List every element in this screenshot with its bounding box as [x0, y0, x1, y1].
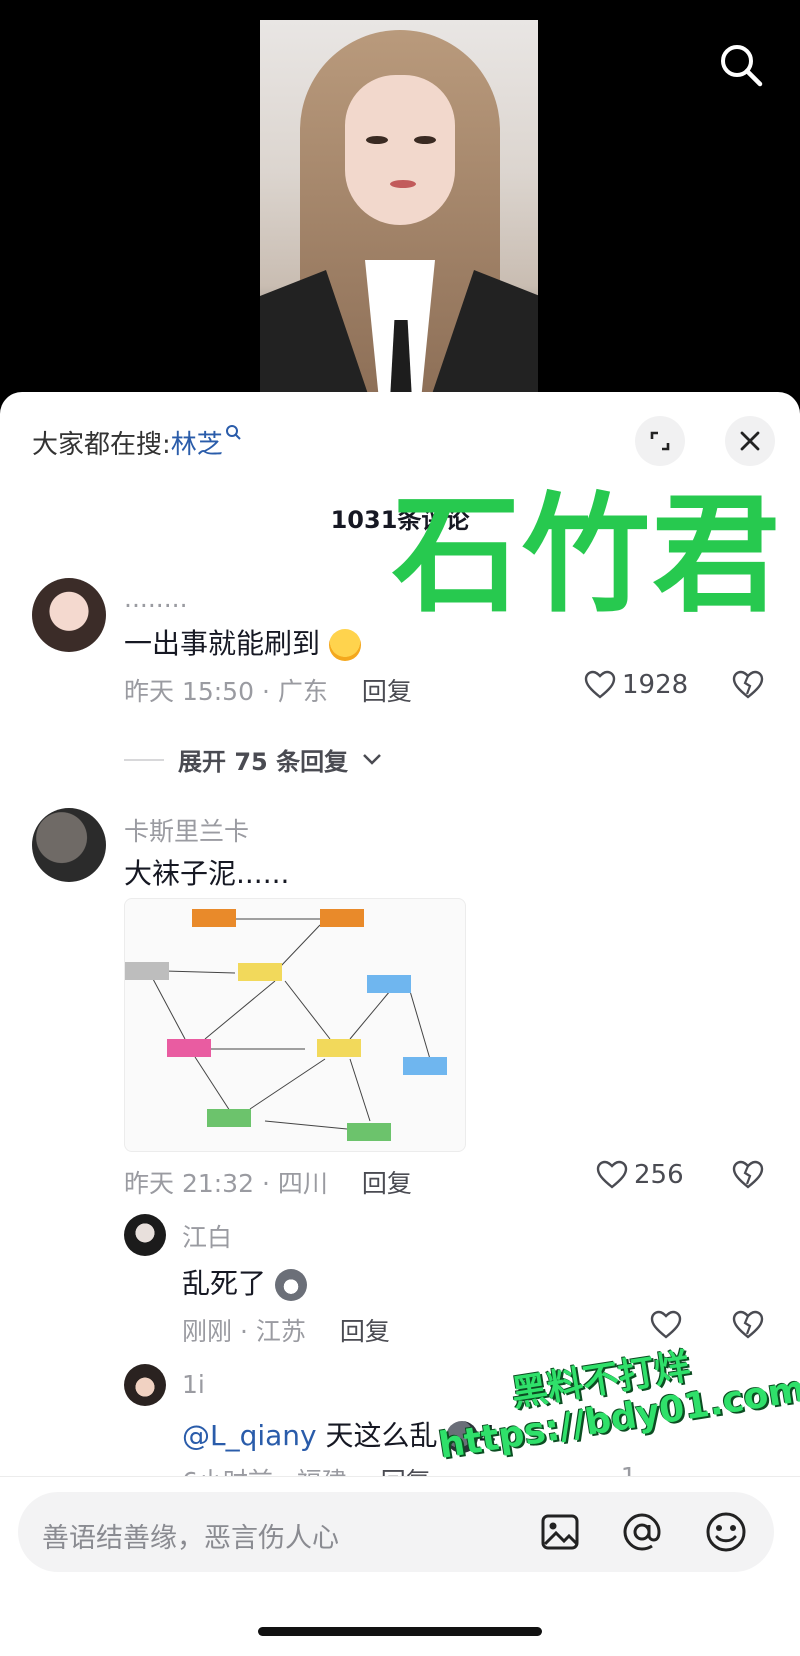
wolf-emoji-icon [274, 1269, 307, 1301]
small-search-icon [225, 425, 241, 440]
diagram-node [207, 1109, 251, 1127]
input-divider [0, 1476, 800, 1477]
avatar[interactable] [32, 578, 106, 652]
chevron-down-icon [363, 753, 381, 765]
reply-button[interactable]: 回复 [381, 1462, 431, 1476]
portrait-mouth [390, 180, 416, 188]
expand-replies[interactable]: 展开 75 条回复 [124, 742, 382, 777]
expand-sheet-button[interactable] [635, 416, 685, 466]
portrait-eye-right [414, 136, 436, 144]
close-button[interactable] [725, 416, 775, 466]
laughing-emoji-icon [328, 629, 361, 661]
comment-body: 一出事就能刷到 [124, 627, 321, 660]
video-player[interactable] [0, 0, 800, 400]
fullscreen-icon [650, 431, 670, 451]
broken-heart-icon [732, 670, 764, 699]
divider-line [124, 758, 164, 761]
like-button[interactable]: 256 [596, 1160, 684, 1190]
emoji-icon[interactable] [704, 1510, 748, 1558]
like-count: 1 [621, 1462, 637, 1476]
heart-icon [650, 1310, 682, 1339]
diagram-node [347, 1123, 391, 1141]
watermark-text: 石竹君 [392, 481, 783, 630]
like-button[interactable]: 1928 [584, 670, 688, 700]
reply-button[interactable]: 回复 [340, 1312, 390, 1348]
home-indicator[interactable] [258, 1627, 542, 1636]
like-button[interactable] [650, 1310, 682, 1344]
comment-time: 昨天 15:50 · 广东 [124, 677, 328, 706]
reply-body: 乱死了 [182, 1267, 267, 1300]
avatar[interactable] [124, 1364, 166, 1406]
diagram-node [192, 909, 236, 927]
diagram-node [320, 909, 364, 927]
reply-meta: 6小时前 · 福建 回复 1 [182, 1462, 637, 1476]
diagram-node [238, 963, 282, 981]
dislike-button[interactable] [732, 670, 764, 704]
diagram-node [125, 962, 169, 980]
trending-prefix: 大家都在搜: [32, 430, 171, 460]
diagram-svg [125, 909, 447, 1141]
reply-button[interactable]: 回复 [362, 672, 412, 708]
diagram-node [317, 1039, 361, 1057]
reply-body: 天这么乱 [316, 1419, 438, 1452]
comment-nickname[interactable]: ........ [124, 584, 188, 613]
trending-keyword[interactable]: 林芝 [171, 430, 223, 460]
like-count: 1928 [622, 670, 689, 700]
image-icon[interactable] [540, 1512, 580, 1556]
diagram-node [167, 1039, 211, 1057]
reply-meta: 刚刚 · 江苏 回复 [182, 1312, 390, 1348]
comment-meta: 昨天 15:50 · 广东 回复 [124, 672, 412, 708]
reply-time: 6小时前 · 福建 [182, 1462, 347, 1476]
comment-text: 一出事就能刷到 [124, 622, 361, 662]
heart-icon [584, 670, 616, 699]
portrait-eye-left [366, 136, 388, 144]
trending-search[interactable]: 大家都在搜:林芝 [32, 424, 241, 461]
broken-heart-icon [732, 1160, 764, 1189]
diagram-node [403, 1057, 447, 1075]
like-count: 256 [634, 1160, 684, 1190]
expand-replies-label: 展开 75 条回复 [178, 748, 349, 776]
comment-text: 大袜子泥...... [124, 857, 290, 890]
reply-nickname[interactable]: 江白 [182, 1218, 232, 1254]
diagram-node [367, 975, 411, 993]
avatar[interactable] [124, 1214, 166, 1256]
avatar[interactable] [32, 808, 106, 882]
mention-link[interactable]: @L_qiany [182, 1419, 317, 1452]
mention-icon[interactable] [620, 1510, 664, 1558]
comment-time: 昨天 21:32 · 四川 [124, 1169, 328, 1198]
reply-button[interactable]: 回复 [362, 1164, 412, 1200]
relationship-diagram-image[interactable] [124, 898, 466, 1152]
reply-nickname[interactable]: 1i [182, 1370, 205, 1399]
reply-text: 乱死了 [182, 1262, 307, 1302]
dislike-button[interactable] [732, 1160, 764, 1194]
comment-meta: 昨天 21:32 · 四川 回复 [124, 1164, 412, 1200]
heart-icon [596, 1160, 628, 1189]
close-icon [740, 431, 760, 451]
reply-time: 刚刚 · 江苏 [182, 1317, 306, 1346]
video-frame [260, 20, 538, 400]
portrait-face [345, 75, 455, 225]
comment-nickname[interactable]: 卡斯里兰卡 [124, 812, 249, 848]
search-icon[interactable] [718, 42, 764, 88]
comment-input-placeholder: 善语结善缘，恶言伤人心 [42, 1523, 339, 1554]
